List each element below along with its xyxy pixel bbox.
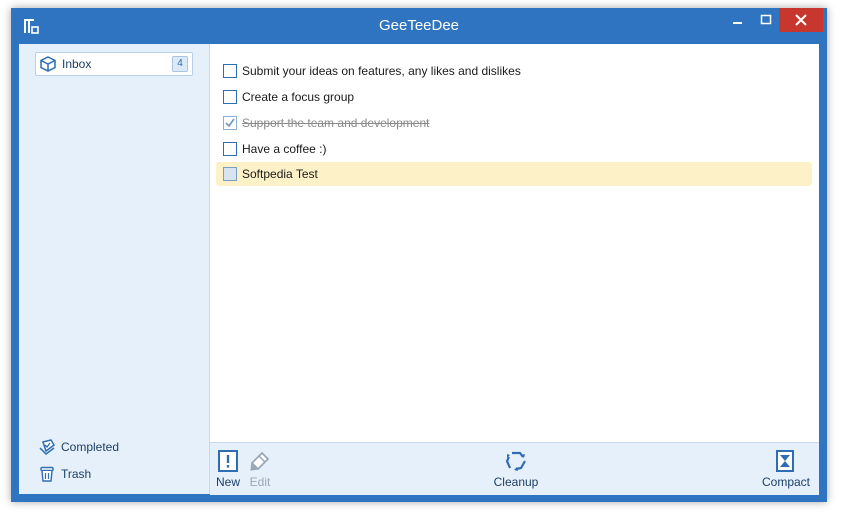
task-text: Softpedia Test bbox=[242, 167, 318, 181]
title-bar[interactable]: GeeTeeDee bbox=[11, 8, 827, 44]
sidebar-item-label: Inbox bbox=[62, 57, 92, 71]
completed-icon bbox=[39, 439, 55, 455]
sidebar-item-trash[interactable]: Trash bbox=[39, 463, 199, 485]
task-item[interactable]: Submit your ideas on features, any likes… bbox=[216, 59, 812, 83]
inbox-box-icon bbox=[40, 56, 56, 72]
inbox-count-badge: 4 bbox=[172, 56, 188, 72]
trash-icon bbox=[40, 466, 54, 482]
task-checkbox-checked[interactable] bbox=[223, 116, 237, 130]
cleanup-recycle-icon bbox=[505, 451, 526, 471]
sidebar: Inbox 4 Completed Trash bbox=[19, 44, 210, 494]
task-text: Submit your ideas on features, any likes… bbox=[242, 64, 521, 78]
close-button[interactable] bbox=[779, 8, 823, 32]
task-item-selected[interactable]: Softpedia Test bbox=[216, 162, 812, 186]
sidebar-item-inbox[interactable]: Inbox 4 bbox=[35, 52, 193, 76]
sidebar-item-label: Completed bbox=[61, 440, 120, 454]
edit-pencil-icon bbox=[250, 451, 270, 471]
task-checkbox[interactable] bbox=[223, 142, 237, 156]
bottom-toolbar: New Edit Cleanup Compact bbox=[210, 442, 819, 495]
task-text: Have a coffee :) bbox=[242, 142, 327, 156]
task-checkbox[interactable] bbox=[223, 90, 237, 104]
new-task-icon bbox=[218, 450, 238, 472]
compact-button[interactable]: Compact bbox=[762, 449, 811, 493]
task-checkbox[interactable] bbox=[223, 167, 237, 181]
new-button[interactable]: New bbox=[214, 449, 242, 493]
minimize-icon bbox=[733, 22, 742, 24]
task-item[interactable]: Support the team and development bbox=[216, 111, 812, 135]
task-text: Support the team and development bbox=[242, 116, 430, 130]
window-title: GeeTeeDee bbox=[378, 17, 460, 34]
checkmark-icon bbox=[225, 118, 235, 128]
sidebar-item-completed[interactable]: Completed bbox=[39, 436, 199, 458]
maximize-button[interactable] bbox=[751, 8, 781, 32]
cleanup-button[interactable]: Cleanup bbox=[490, 449, 542, 493]
edit-label: Edit bbox=[249, 475, 271, 489]
cleanup-label: Cleanup bbox=[493, 475, 539, 489]
task-checkbox[interactable] bbox=[223, 64, 237, 78]
compact-hourglass-icon bbox=[776, 450, 794, 472]
task-text: Create a focus group bbox=[242, 90, 355, 104]
client-area: Inbox 4 Completed Trash Submit your idea… bbox=[19, 44, 819, 495]
task-item[interactable]: Create a focus group bbox=[216, 85, 812, 109]
new-label: New bbox=[215, 475, 240, 489]
close-icon bbox=[795, 14, 807, 26]
minimize-button[interactable] bbox=[723, 8, 753, 32]
sidebar-item-label: Trash bbox=[61, 467, 92, 481]
app-window: GeeTeeDee Inbox 4 Completed Trash Submit… bbox=[11, 8, 827, 502]
edit-button[interactable]: Edit bbox=[246, 449, 274, 493]
task-item[interactable]: Have a coffee :) bbox=[216, 137, 812, 161]
maximize-icon bbox=[760, 14, 772, 25]
task-list-pane: Submit your ideas on features, any likes… bbox=[210, 44, 819, 495]
compact-label: Compact bbox=[762, 475, 811, 489]
